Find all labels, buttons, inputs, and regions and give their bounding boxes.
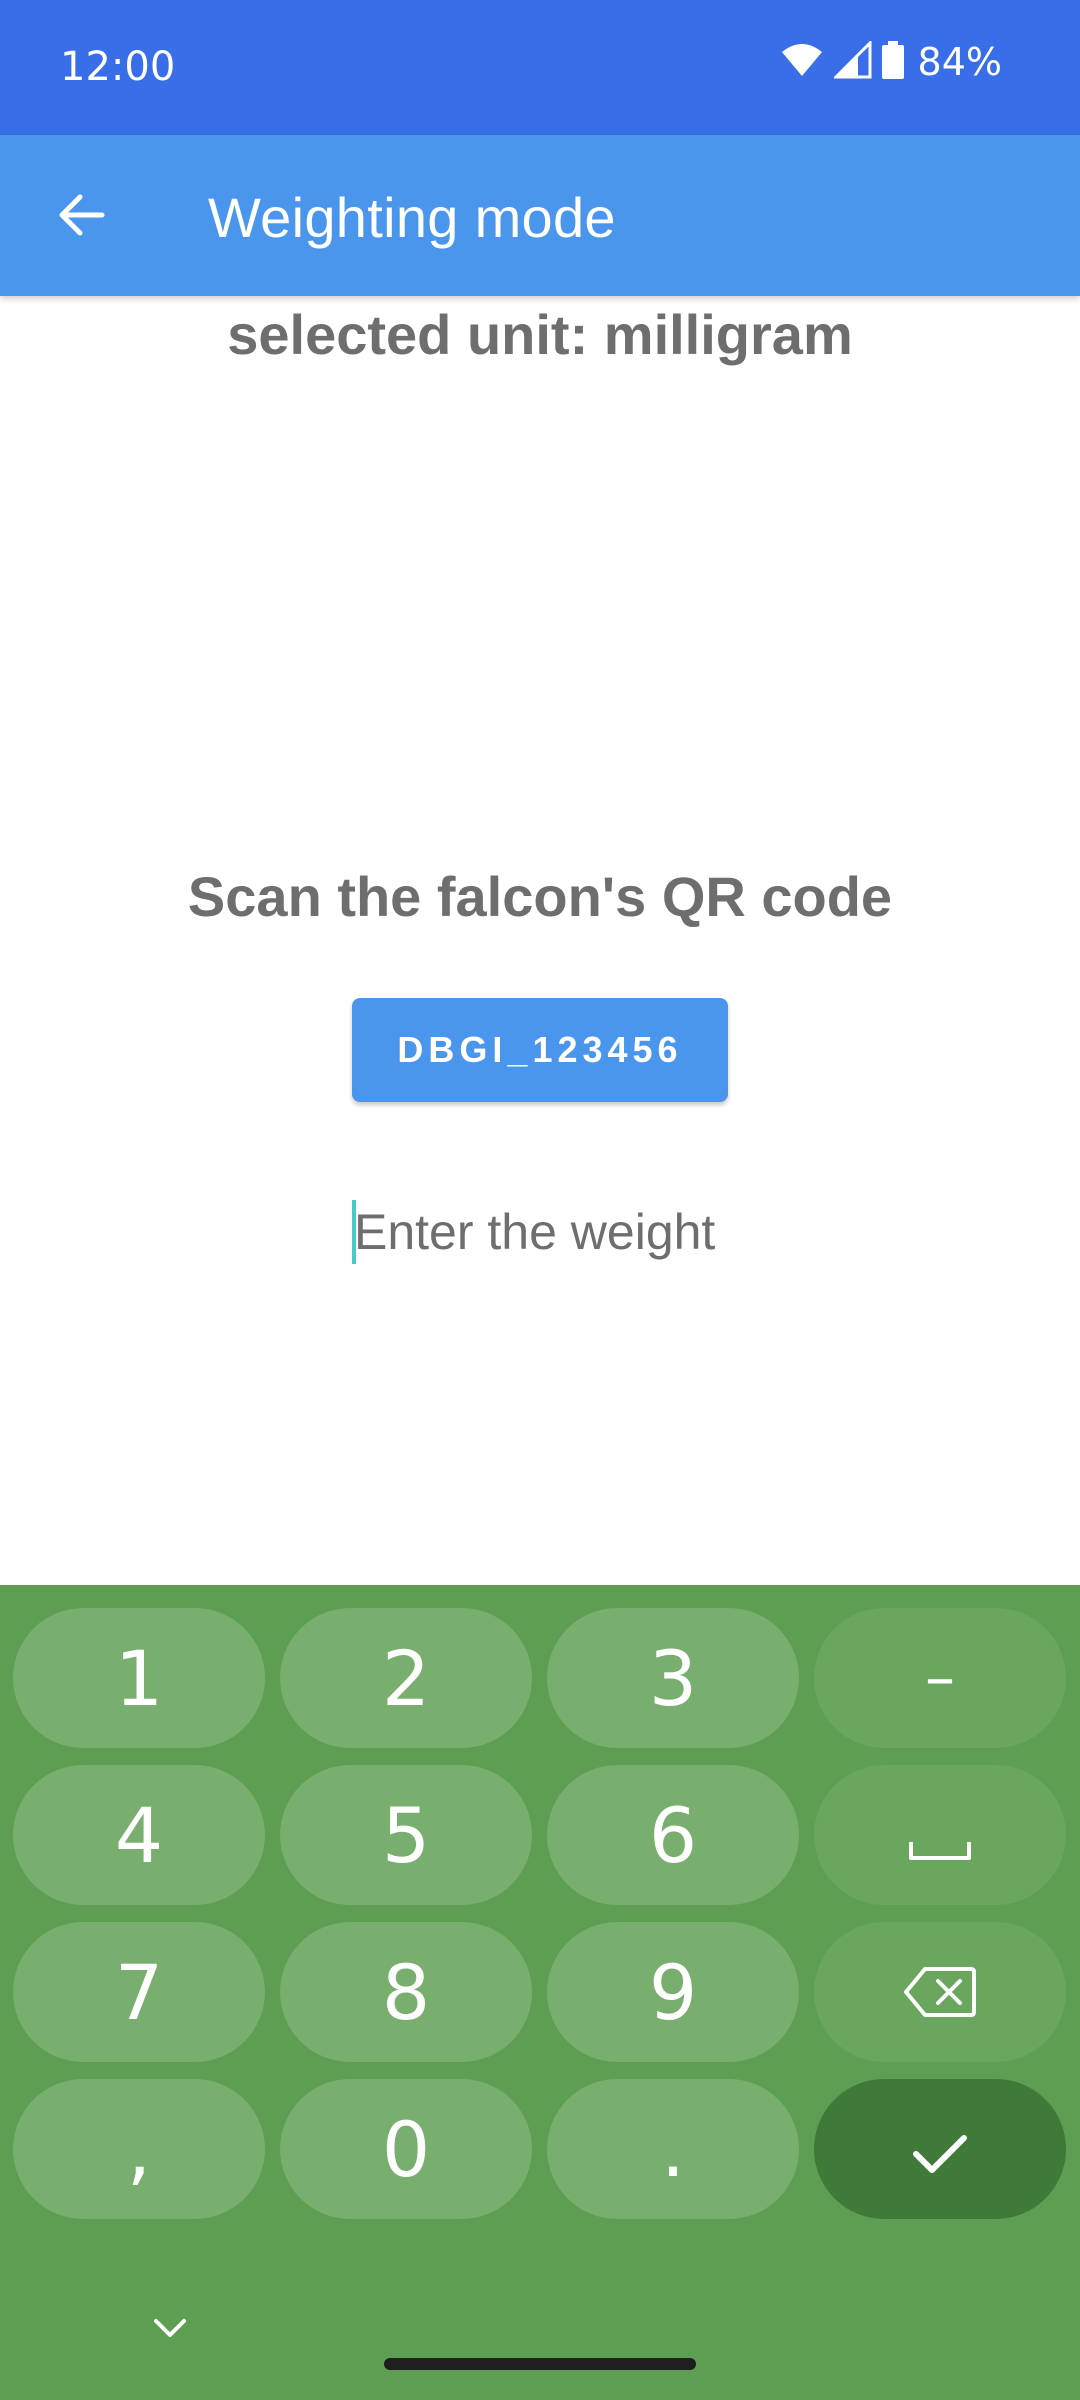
numeric-keyboard: 1 2 3 – 4 5 6 7 8 9 , 0 . (0, 1585, 1080, 2400)
key-period[interactable]: . (547, 2079, 799, 2219)
wifi-icon (780, 42, 824, 83)
space-icon (908, 1791, 972, 1880)
battery-percent: 84% (917, 40, 1002, 84)
back-button[interactable] (38, 175, 122, 259)
page-title: Weighting mode (208, 186, 616, 249)
weight-input[interactable] (340, 1196, 740, 1268)
screen: 12:00 84% Weighting mode selected unit: … (0, 0, 1080, 2400)
key-7[interactable]: 7 (13, 1922, 265, 2062)
key-0[interactable]: 0 (280, 2079, 532, 2219)
backspace-icon (903, 1948, 977, 2037)
chevron-down-icon (152, 2317, 188, 2344)
key-5[interactable]: 5 (280, 1765, 532, 1905)
hide-keyboard-button[interactable] (140, 2300, 200, 2360)
key-6[interactable]: 6 (547, 1765, 799, 1905)
key-8[interactable]: 8 (280, 1922, 532, 2062)
key-minus[interactable]: – (814, 1608, 1066, 1748)
key-9[interactable]: 9 (547, 1922, 799, 2062)
cell-signal-icon (831, 38, 872, 84)
key-comma[interactable]: , (13, 2079, 265, 2219)
key-1[interactable]: 1 (13, 1608, 265, 1748)
key-enter[interactable] (814, 2079, 1066, 2219)
status-time: 12:00 (60, 44, 176, 90)
key-backspace[interactable] (814, 1922, 1066, 2062)
app-bar: Weighting mode (0, 135, 1080, 296)
arrow-back-icon (54, 189, 106, 246)
status-bar: 12:00 84% (0, 0, 1080, 135)
battery-icon (881, 40, 904, 84)
scan-instruction: Scan the falcon's QR code (187, 865, 893, 928)
key-space[interactable] (814, 1765, 1066, 1905)
check-icon (912, 2105, 968, 2194)
falcon-id-button[interactable]: DBGI_123456 (352, 998, 728, 1102)
home-indicator[interactable] (384, 2358, 696, 2370)
key-2[interactable]: 2 (280, 1608, 532, 1748)
key-3[interactable]: 3 (547, 1608, 799, 1748)
key-4[interactable]: 4 (13, 1765, 265, 1905)
weight-field-wrapper (340, 1196, 740, 1268)
status-icons: 84% (780, 38, 1002, 84)
text-cursor (352, 1200, 356, 1264)
selected-unit-label: selected unit: milligram (227, 303, 853, 366)
